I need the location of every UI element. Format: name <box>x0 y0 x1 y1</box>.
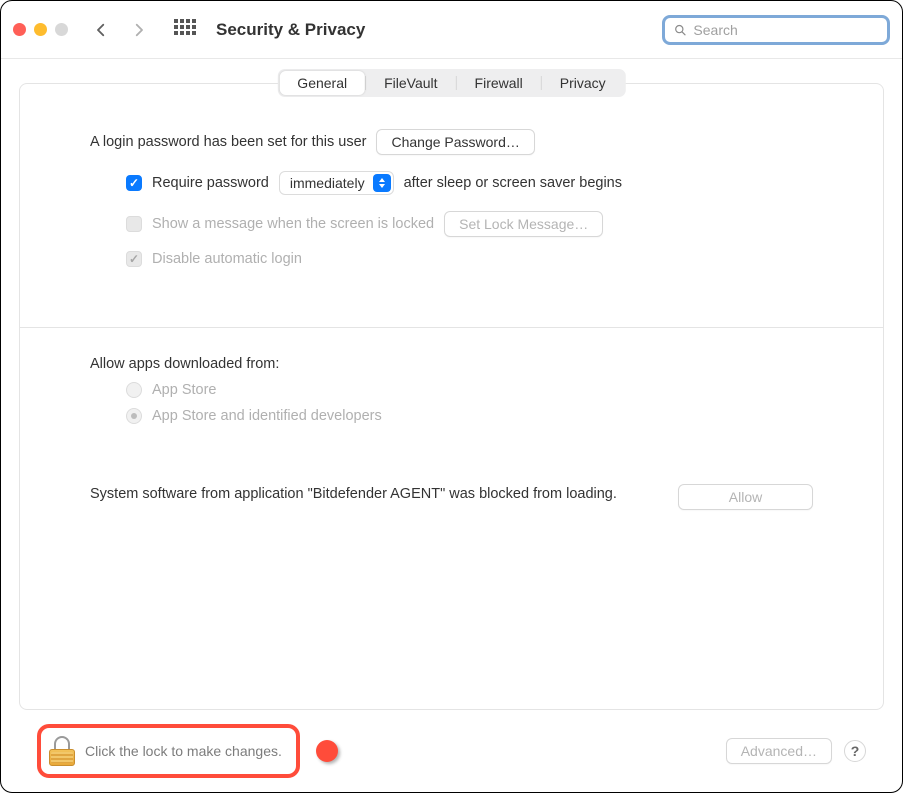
radio-app-store-identified <box>126 408 142 424</box>
traffic-lights <box>13 23 68 36</box>
downloads-section: Allow apps downloaded from: App Store Ap… <box>90 356 813 424</box>
tab-privacy[interactable]: Privacy <box>542 71 624 95</box>
tab-filevault[interactable]: FileVault <box>366 71 455 95</box>
all-preferences-button[interactable] <box>174 19 196 41</box>
radio-app-store <box>126 382 142 398</box>
tab-bar: General FileVault Firewall Privacy <box>277 69 625 97</box>
disable-auto-login-checkbox <box>126 251 142 267</box>
radio-app-store-label: App Store <box>152 382 217 398</box>
change-password-button[interactable]: Change Password… <box>376 129 534 155</box>
forward-button[interactable] <box>124 15 154 45</box>
chevron-updown-icon <box>373 174 391 192</box>
chevron-left-icon <box>92 21 110 39</box>
footer: Click the lock to make changes. Advanced… <box>19 710 884 792</box>
pane-title: Security & Privacy <box>216 20 365 40</box>
toolbar: Security & Privacy <box>1 1 902 59</box>
show-message-label: Show a message when the screen is locked <box>152 216 434 232</box>
login-section: A login password has been set for this u… <box>90 129 813 267</box>
search-input[interactable] <box>693 22 879 38</box>
tab-firewall[interactable]: Firewall <box>457 71 541 95</box>
require-password-suffix: after sleep or screen saver begins <box>404 175 622 191</box>
blocked-software-text: System software from application "Bitdef… <box>90 484 648 505</box>
set-lock-message-button: Set Lock Message… <box>444 211 603 237</box>
radio-app-store-identified-label: App Store and identified developers <box>152 408 382 424</box>
require-password-delay-select[interactable]: immediately <box>279 171 394 195</box>
require-password-delay-value: immediately <box>290 175 365 191</box>
lock-icon[interactable] <box>49 736 75 766</box>
advanced-button: Advanced… <box>726 738 832 764</box>
disable-auto-login-label: Disable automatic login <box>152 251 302 267</box>
allow-button: Allow <box>678 484 813 510</box>
require-password-checkbox[interactable] <box>126 175 142 191</box>
close-window-button[interactable] <box>13 23 26 36</box>
chevron-right-icon <box>130 21 148 39</box>
search-field-wrapper[interactable] <box>662 15 890 45</box>
login-password-text: A login password has been set for this u… <box>90 134 366 150</box>
system-preferences-window: Security & Privacy General FileVault Fir… <box>0 0 903 793</box>
section-divider <box>20 327 883 328</box>
annotation-dot <box>316 740 338 762</box>
minimize-window-button[interactable] <box>34 23 47 36</box>
downloads-heading: Allow apps downloaded from: <box>90 356 813 372</box>
lock-text: Click the lock to make changes. <box>85 743 282 759</box>
back-button[interactable] <box>86 15 116 45</box>
show-message-checkbox <box>126 216 142 232</box>
help-button[interactable]: ? <box>844 740 866 762</box>
tab-general[interactable]: General <box>279 71 365 95</box>
maximize-window-button[interactable] <box>55 23 68 36</box>
content-area: General FileVault Firewall Privacy A log… <box>1 59 902 792</box>
require-password-label: Require password <box>152 175 269 191</box>
general-panel: General FileVault Firewall Privacy A log… <box>19 83 884 710</box>
search-icon <box>673 22 687 38</box>
blocked-software-row: System software from application "Bitdef… <box>90 484 813 510</box>
lock-callout: Click the lock to make changes. <box>37 724 300 778</box>
